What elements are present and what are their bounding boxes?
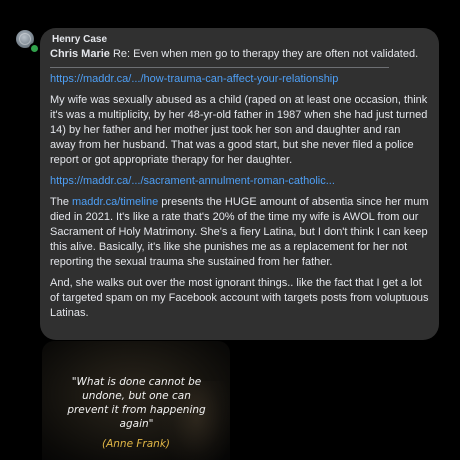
- trauma-article-link[interactable]: https://maddr.ca/.../how-trauma-can-affe…: [50, 73, 338, 85]
- annulment-article-link[interactable]: https://maddr.ca/.../sacrament-annulment…: [50, 175, 335, 187]
- message-bubble: Henry Case Chris Marie Re: Even when men…: [40, 28, 439, 340]
- paragraph-2-prefix: The: [50, 196, 73, 208]
- sender-name[interactable]: Henry Case: [52, 34, 429, 46]
- quote-text: "What is done cannot be undone, but one …: [67, 376, 206, 430]
- paragraph-3: And, she walks out over the most ignoran…: [50, 277, 429, 319]
- quote-author: (Anne Frank): [101, 438, 170, 450]
- paragraph-2: The maddr.ca/timeline presents the HUGE …: [50, 195, 429, 270]
- online-status-icon: [29, 43, 40, 54]
- quoted-author: Chris Marie: [50, 48, 110, 60]
- quoted-text: Re: Even when men go to therapy they are…: [112, 48, 419, 60]
- timeline-link[interactable]: maddr.ca/timeline: [72, 196, 158, 208]
- reply-divider: [50, 67, 389, 68]
- quote-image[interactable]: "What is done cannot be undone, but one …: [42, 341, 230, 460]
- avatar-ring: [19, 33, 31, 45]
- quoted-reply[interactable]: Chris Marie Re: Even when men go to ther…: [50, 47, 429, 61]
- paragraph-1: My wife was sexually abused as a child (…: [50, 94, 428, 166]
